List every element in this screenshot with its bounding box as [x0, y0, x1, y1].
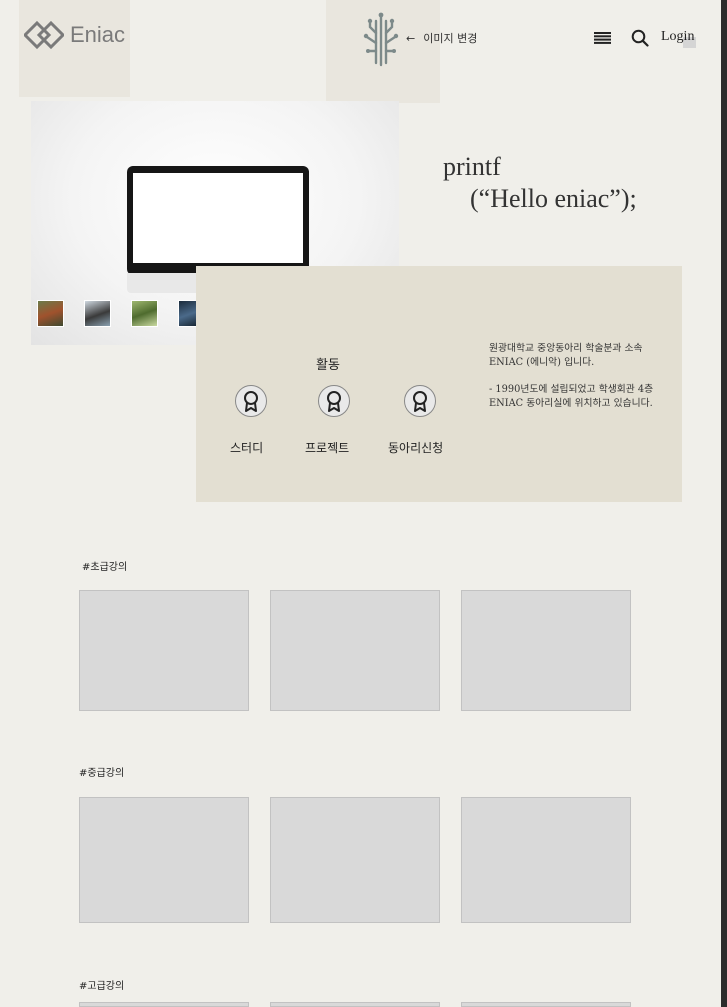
right-frame-border — [721, 0, 727, 1007]
hamburger-menu-icon[interactable] — [594, 32, 611, 44]
about-line-3: - 1990년도에 설립되었고 학생회관 4층 — [489, 384, 654, 395]
study-badge[interactable] — [235, 385, 267, 417]
hero-code-line-2: (“Hello eniac”); — [470, 184, 637, 213]
course-card[interactable] — [270, 590, 440, 711]
about-line-2: ENIAC (에니악) 입니다. — [489, 357, 595, 368]
about-line-1: 원광대학교 중앙동아리 학술분과 소속 — [489, 343, 643, 354]
award-ribbon-icon — [413, 391, 427, 412]
diamond-logo-icon — [24, 20, 64, 50]
activities-title: 활동 — [316, 358, 340, 373]
course-card[interactable] — [270, 797, 440, 923]
course-card[interactable] — [79, 590, 249, 711]
section-title-advanced: #고급강의 — [79, 981, 125, 992]
change-image-label: 이미지 변경 — [423, 32, 478, 45]
circuit-tree-icon — [363, 12, 399, 67]
monitor-screen — [133, 173, 303, 263]
arrow-left-icon: ← — [406, 31, 416, 45]
monitor-bezel — [127, 166, 309, 275]
brand-logo[interactable]: Eniac — [24, 20, 125, 50]
activity-label-project[interactable]: 프로젝트 — [305, 439, 349, 456]
hero-code-line-1: printf — [443, 152, 501, 181]
photo-thumbnail[interactable] — [131, 300, 158, 327]
change-image-link[interactable]: ← 이미지 변경 — [406, 30, 477, 46]
course-card[interactable] — [461, 797, 631, 923]
course-card[interactable] — [79, 1002, 249, 1007]
course-card[interactable] — [461, 1002, 631, 1007]
course-card[interactable] — [79, 797, 249, 923]
brand-name: Eniac — [70, 22, 126, 47]
course-card[interactable] — [461, 590, 631, 711]
photo-thumbnail[interactable] — [84, 300, 111, 327]
section-title-beginner: #초급강의 — [82, 562, 128, 573]
award-ribbon-icon — [244, 391, 258, 412]
project-badge[interactable] — [318, 385, 350, 417]
course-card[interactable] — [270, 1002, 440, 1007]
award-ribbon-icon — [327, 391, 341, 412]
photo-thumbnail[interactable] — [37, 300, 64, 327]
activity-label-study[interactable]: 스터디 — [230, 439, 263, 456]
search-icon[interactable] — [631, 29, 649, 47]
activity-label-apply[interactable]: 동아리신청 — [388, 439, 443, 456]
login-link[interactable]: Login — [661, 29, 694, 45]
about-line-4: ENIAC 동아리실에 위치하고 있습니다. — [489, 398, 653, 409]
club-apply-badge[interactable] — [404, 385, 436, 417]
section-title-intermediate: #중급강의 — [79, 768, 125, 779]
